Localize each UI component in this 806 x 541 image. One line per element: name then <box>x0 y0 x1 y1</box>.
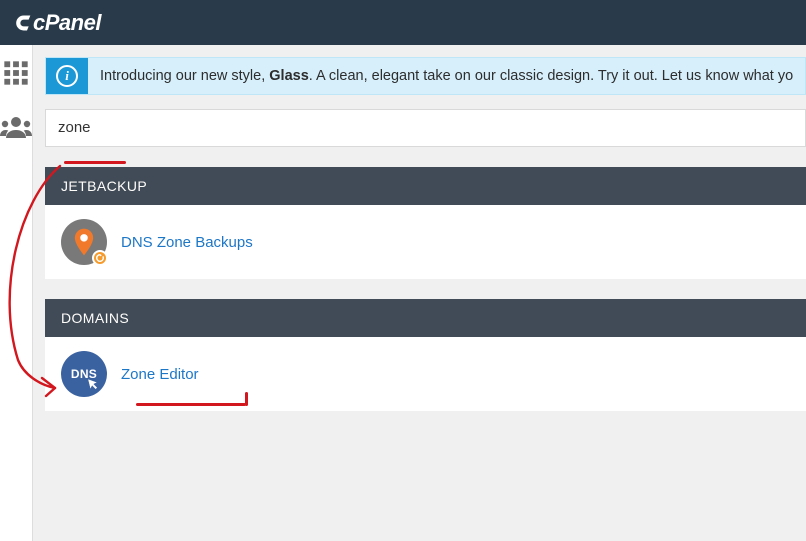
group-header-domains[interactable]: DOMAINS <box>45 299 806 337</box>
main-content: i Introducing our new style, Glass. A cl… <box>33 45 806 541</box>
users-icon[interactable] <box>0 114 32 145</box>
cpanel-logo[interactable]: cPanel <box>12 10 101 36</box>
app-item-dns-zone-backups[interactable]: DNS Zone Backups <box>45 205 806 279</box>
link-dns-zone-backups[interactable]: DNS Zone Backups <box>121 234 253 251</box>
apps-grid-icon[interactable] <box>2 59 30 92</box>
link-zone-editor[interactable]: Zone Editor <box>121 366 199 383</box>
search-box[interactable] <box>45 109 806 147</box>
logo-text: cPanel <box>33 10 101 36</box>
app-item-zone-editor[interactable]: DNS Zone Editor <box>45 337 806 411</box>
zone-editor-icon: DNS <box>61 351 107 397</box>
group-jetbackup: JETBACKUP DNS Zone Backups <box>45 167 806 279</box>
info-banner: i Introducing our new style, Glass. A cl… <box>45 57 806 95</box>
group-header-jetbackup[interactable]: JETBACKUP <box>45 167 806 205</box>
search-input[interactable] <box>58 119 793 136</box>
sidebar <box>0 45 33 541</box>
dns-backup-icon <box>61 219 107 265</box>
group-domains: DOMAINS DNS Zone Editor <box>45 299 806 411</box>
info-banner-text: Introducing our new style, Glass. A clea… <box>88 58 805 94</box>
topbar: cPanel <box>0 0 806 45</box>
info-icon: i <box>46 58 88 94</box>
